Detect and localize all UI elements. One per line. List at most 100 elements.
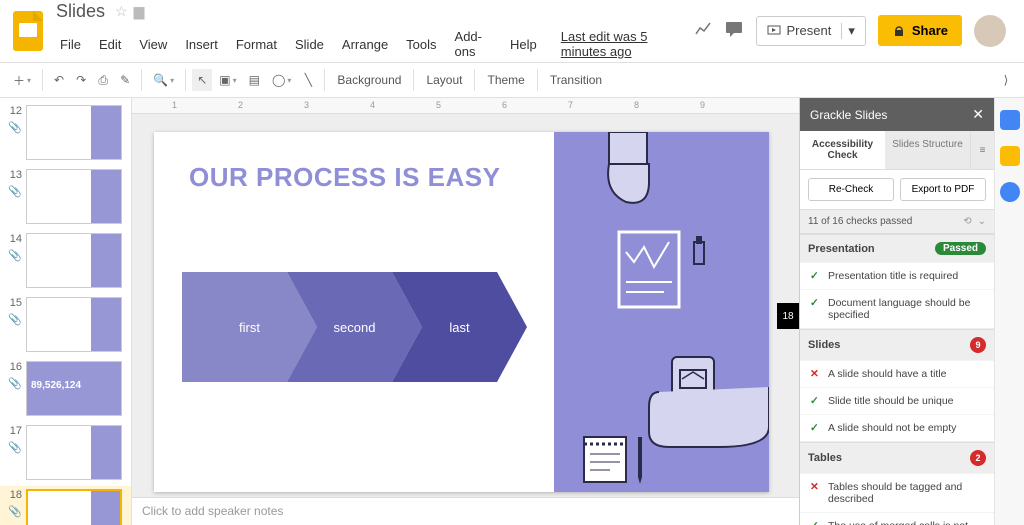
sidebar-toggle-icon[interactable]: ⟩: [996, 69, 1016, 91]
select-tool[interactable]: ↖: [192, 69, 212, 91]
menu-insert[interactable]: Insert: [177, 34, 226, 55]
last-edit-link[interactable]: Last edit was 5 minutes ago: [553, 26, 694, 62]
undo-button[interactable]: ↶: [49, 69, 69, 91]
menu-slide[interactable]: Slide: [287, 34, 332, 55]
filmstrip-slide[interactable]: 13📎: [0, 166, 131, 230]
tab-accessibility-check[interactable]: Accessibility Check: [800, 131, 885, 169]
section-badge: 2: [970, 450, 986, 466]
section-name: Slides: [808, 339, 840, 351]
present-dropdown-icon[interactable]: ▾: [841, 23, 855, 39]
section-header[interactable]: Slides 9: [800, 329, 994, 360]
slide-number: 13: [10, 169, 22, 181]
textbox-tool[interactable]: ▣: [214, 69, 241, 91]
check-rule[interactable]: ✓A slide should not be empty: [800, 414, 994, 441]
zoom-button[interactable]: 🔍: [148, 69, 179, 91]
theme-button[interactable]: Theme: [481, 69, 530, 91]
filmstrip-slide[interactable]: 16📎89,526,124: [0, 358, 131, 422]
slide-thumbnail[interactable]: 89,526,124: [26, 361, 122, 416]
attachment-icon: 📎: [8, 249, 22, 262]
image-tool[interactable]: ▤: [244, 69, 265, 91]
tasks-icon[interactable]: [1000, 182, 1020, 202]
attachment-icon: 📎: [8, 441, 22, 454]
present-button[interactable]: Present ▾: [756, 16, 866, 46]
section-name: Presentation: [808, 243, 875, 255]
close-icon[interactable]: ✕: [972, 106, 984, 123]
rule-text: The use of merged cells is not recommend…: [828, 520, 984, 525]
slide-number: 15: [10, 297, 22, 309]
slide-thumbnail[interactable]: [26, 105, 122, 160]
export-pdf-button[interactable]: Export to PDF: [900, 178, 986, 201]
check-fail-icon: ✕: [810, 368, 820, 380]
user-avatar[interactable]: [974, 15, 1006, 47]
background-button[interactable]: Background: [331, 69, 407, 91]
right-rail: [994, 98, 1024, 525]
star-icon[interactable]: ☆: [115, 3, 128, 20]
folder-icon[interactable]: ▆: [134, 3, 145, 20]
paint-format-button[interactable]: ✎: [115, 69, 135, 91]
keep-icon[interactable]: [1000, 146, 1020, 166]
section-header[interactable]: Tables2: [800, 442, 994, 473]
section-header[interactable]: PresentationPassed: [800, 234, 994, 262]
calendar-icon[interactable]: [1000, 110, 1020, 130]
refresh-icon[interactable]: ⟲: [963, 216, 971, 227]
slide-illustration-panel: [554, 132, 769, 492]
share-button[interactable]: Share: [878, 15, 962, 46]
slide-thumbnail[interactable]: [26, 489, 122, 525]
check-rule[interactable]: ✕Tables should be tagged and described: [800, 473, 994, 512]
chevron-down-icon[interactable]: ⌄: [978, 216, 986, 227]
slide-thumbnail[interactable]: [26, 233, 122, 288]
sidebar-body[interactable]: PresentationPassed✓Presentation title is…: [800, 234, 994, 525]
explore-icon[interactable]: [694, 20, 712, 41]
slide-thumbnail[interactable]: [26, 425, 122, 480]
check-pass-icon: ✓: [810, 270, 820, 282]
recheck-button[interactable]: Re-Check: [808, 178, 894, 201]
chevron-3-label: last: [449, 320, 469, 335]
layout-button[interactable]: Layout: [420, 69, 468, 91]
filmstrip[interactable]: 12📎13📎14📎15📎16📎89,526,12417📎18📎19📎: [0, 98, 132, 525]
check-rule[interactable]: ✕A slide should have a title: [800, 360, 994, 387]
slide-number: 17: [10, 425, 22, 437]
print-button[interactable]: ⎙: [93, 69, 113, 92]
slide-number: 18: [10, 489, 22, 501]
sidebar-menu-icon[interactable]: ≡: [970, 131, 994, 169]
document-title[interactable]: Slides: [52, 0, 109, 24]
slide-thumbnail[interactable]: [26, 169, 122, 224]
chevron-1-label: first: [239, 320, 260, 335]
check-rule[interactable]: ✓ The use of merged cells is not recommen…: [800, 512, 994, 525]
horizontal-ruler: 123456789: [132, 98, 799, 114]
check-rule[interactable]: ✓Presentation title is required: [800, 262, 994, 289]
menu-tools[interactable]: Tools: [398, 34, 444, 55]
check-rule[interactable]: ✓Slide title should be unique: [800, 387, 994, 414]
menu-addons[interactable]: Add-ons: [447, 26, 500, 62]
slide-title-text[interactable]: OUR PROCESS IS EASY: [189, 162, 500, 193]
menu-view[interactable]: View: [131, 34, 175, 55]
comments-icon[interactable]: [724, 19, 744, 42]
process-chevrons[interactable]: first second last: [182, 272, 542, 382]
tab-slides-structure[interactable]: Slides Structure: [885, 131, 970, 169]
speaker-notes[interactable]: Click to add speaker notes: [132, 497, 799, 525]
transition-button[interactable]: Transition: [544, 69, 608, 91]
redo-button[interactable]: ↷: [71, 69, 91, 91]
slide-thumbnail[interactable]: [26, 297, 122, 352]
filmstrip-slide[interactable]: 17 📎: [0, 422, 131, 486]
menu-format[interactable]: Format: [228, 34, 285, 55]
filmstrip-slide[interactable]: 12📎: [0, 102, 131, 166]
shape-tool[interactable]: ◯: [267, 69, 296, 91]
slide-canvas[interactable]: OUR PROCESS IS EASY first second last: [154, 132, 769, 492]
menu-file[interactable]: File: [52, 34, 89, 55]
section-badge: 9: [970, 337, 986, 353]
filmstrip-slide[interactable]: 14📎: [0, 230, 131, 294]
check-rule[interactable]: ✓Document language should be specified: [800, 289, 994, 328]
check-pass-icon: ✓: [810, 520, 820, 525]
new-slide-button[interactable]: ＋: [8, 68, 36, 93]
filmstrip-slide[interactable]: 15 📎: [0, 294, 131, 358]
slides-logo[interactable]: [8, 6, 48, 56]
attachment-icon: 📎: [8, 313, 22, 326]
filmstrip-slide[interactable]: 18📎: [0, 486, 131, 525]
toolbar: ＋ ↶ ↷ ⎙ ✎ 🔍 ↖ ▣ ▤ ◯ ╲ Background Layout …: [0, 62, 1024, 98]
menu-edit[interactable]: Edit: [91, 34, 129, 55]
menu-help[interactable]: Help: [502, 34, 545, 55]
menu-arrange[interactable]: Arrange: [334, 34, 396, 55]
line-tool[interactable]: ╲: [298, 69, 318, 91]
rule-text: Document language should be specified: [828, 297, 984, 321]
